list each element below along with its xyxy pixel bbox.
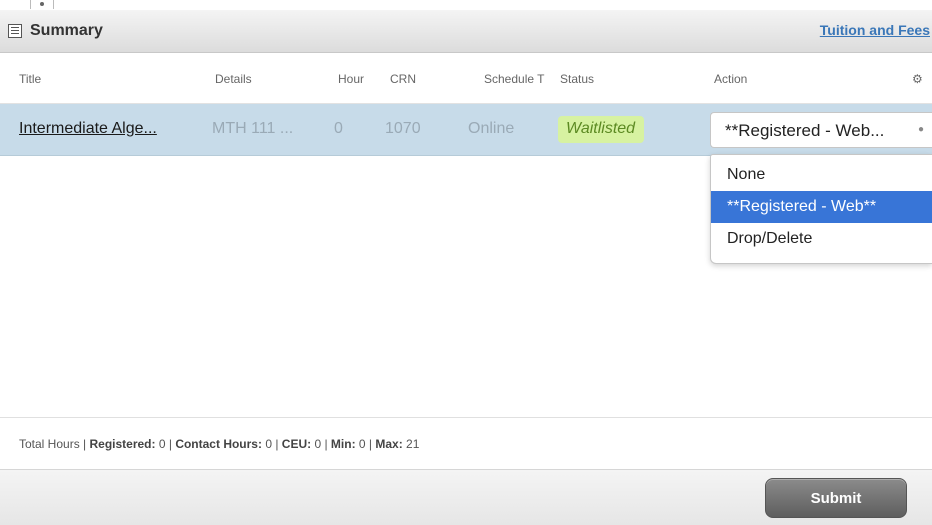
max-value: 21 — [402, 437, 420, 451]
course-title-link[interactable]: Intermediate Alge... — [19, 120, 157, 138]
course-details: MTH 111 ... — [212, 120, 294, 137]
panel-title: Summary — [30, 22, 103, 39]
submit-button[interactable]: Submit — [765, 478, 907, 518]
action-option-registered-web[interactable]: **Registered - Web** — [711, 191, 932, 223]
column-header-title[interactable]: Title — [19, 72, 41, 86]
column-header-hours[interactable]: Hour — [338, 72, 364, 86]
summary-list-icon — [8, 24, 22, 38]
contact-hours-label: Contact Hours: — [175, 437, 262, 451]
action-option-none[interactable]: None — [711, 159, 932, 191]
min-value: 0 | — [355, 437, 376, 451]
contact-hours-value: 0 | — [261, 437, 282, 451]
status-badge: Waitlisted — [558, 116, 644, 143]
dropdown-arrow-icon[interactable]: ● — [918, 124, 924, 135]
column-header-details[interactable]: Details — [215, 72, 252, 86]
summary-panel-header: Summary Tuition and Fees — [0, 10, 932, 53]
course-schedule: Online — [468, 120, 515, 137]
column-header-status[interactable]: Status — [560, 72, 594, 86]
collapse-handle-icon[interactable] — [30, 0, 54, 9]
gear-icon[interactable]: ⚙ — [912, 72, 923, 86]
total-hours-label: Total Hours | — [19, 437, 90, 451]
action-select-value: **Registered - Web... — [725, 121, 885, 140]
max-label: Max: — [375, 437, 403, 451]
action-option-drop-delete[interactable]: Drop/Delete — [711, 223, 932, 255]
tuition-and-fees-link[interactable]: Tuition and Fees — [820, 22, 930, 38]
totals-text: Total Hours | Registered: 0 | Contact Ho… — [19, 437, 419, 451]
action-dropdown-menu: None **Registered - Web** Drop/Delete — [710, 154, 932, 264]
totals-bar: Total Hours | Registered: 0 | Contact Ho… — [0, 417, 932, 470]
ceu-label: CEU: — [281, 437, 312, 451]
table-header: Title Details Hour CRN Schedule T Status… — [0, 53, 932, 104]
column-header-schedule[interactable]: Schedule T — [484, 72, 545, 86]
course-crn: 1070 — [385, 120, 421, 137]
min-label: Min: — [330, 437, 356, 451]
button-bar: Submit — [0, 470, 932, 525]
column-header-action[interactable]: Action — [714, 72, 747, 86]
action-select[interactable]: **Registered - Web... ● — [710, 112, 932, 148]
registered-label: Registered: — [89, 437, 156, 451]
course-hours: 0 — [334, 120, 343, 137]
registered-value: 0 | — [155, 437, 176, 451]
ceu-value: 0 | — [311, 437, 331, 451]
column-header-crn[interactable]: CRN — [390, 72, 416, 86]
top-strip — [0, 0, 932, 10]
